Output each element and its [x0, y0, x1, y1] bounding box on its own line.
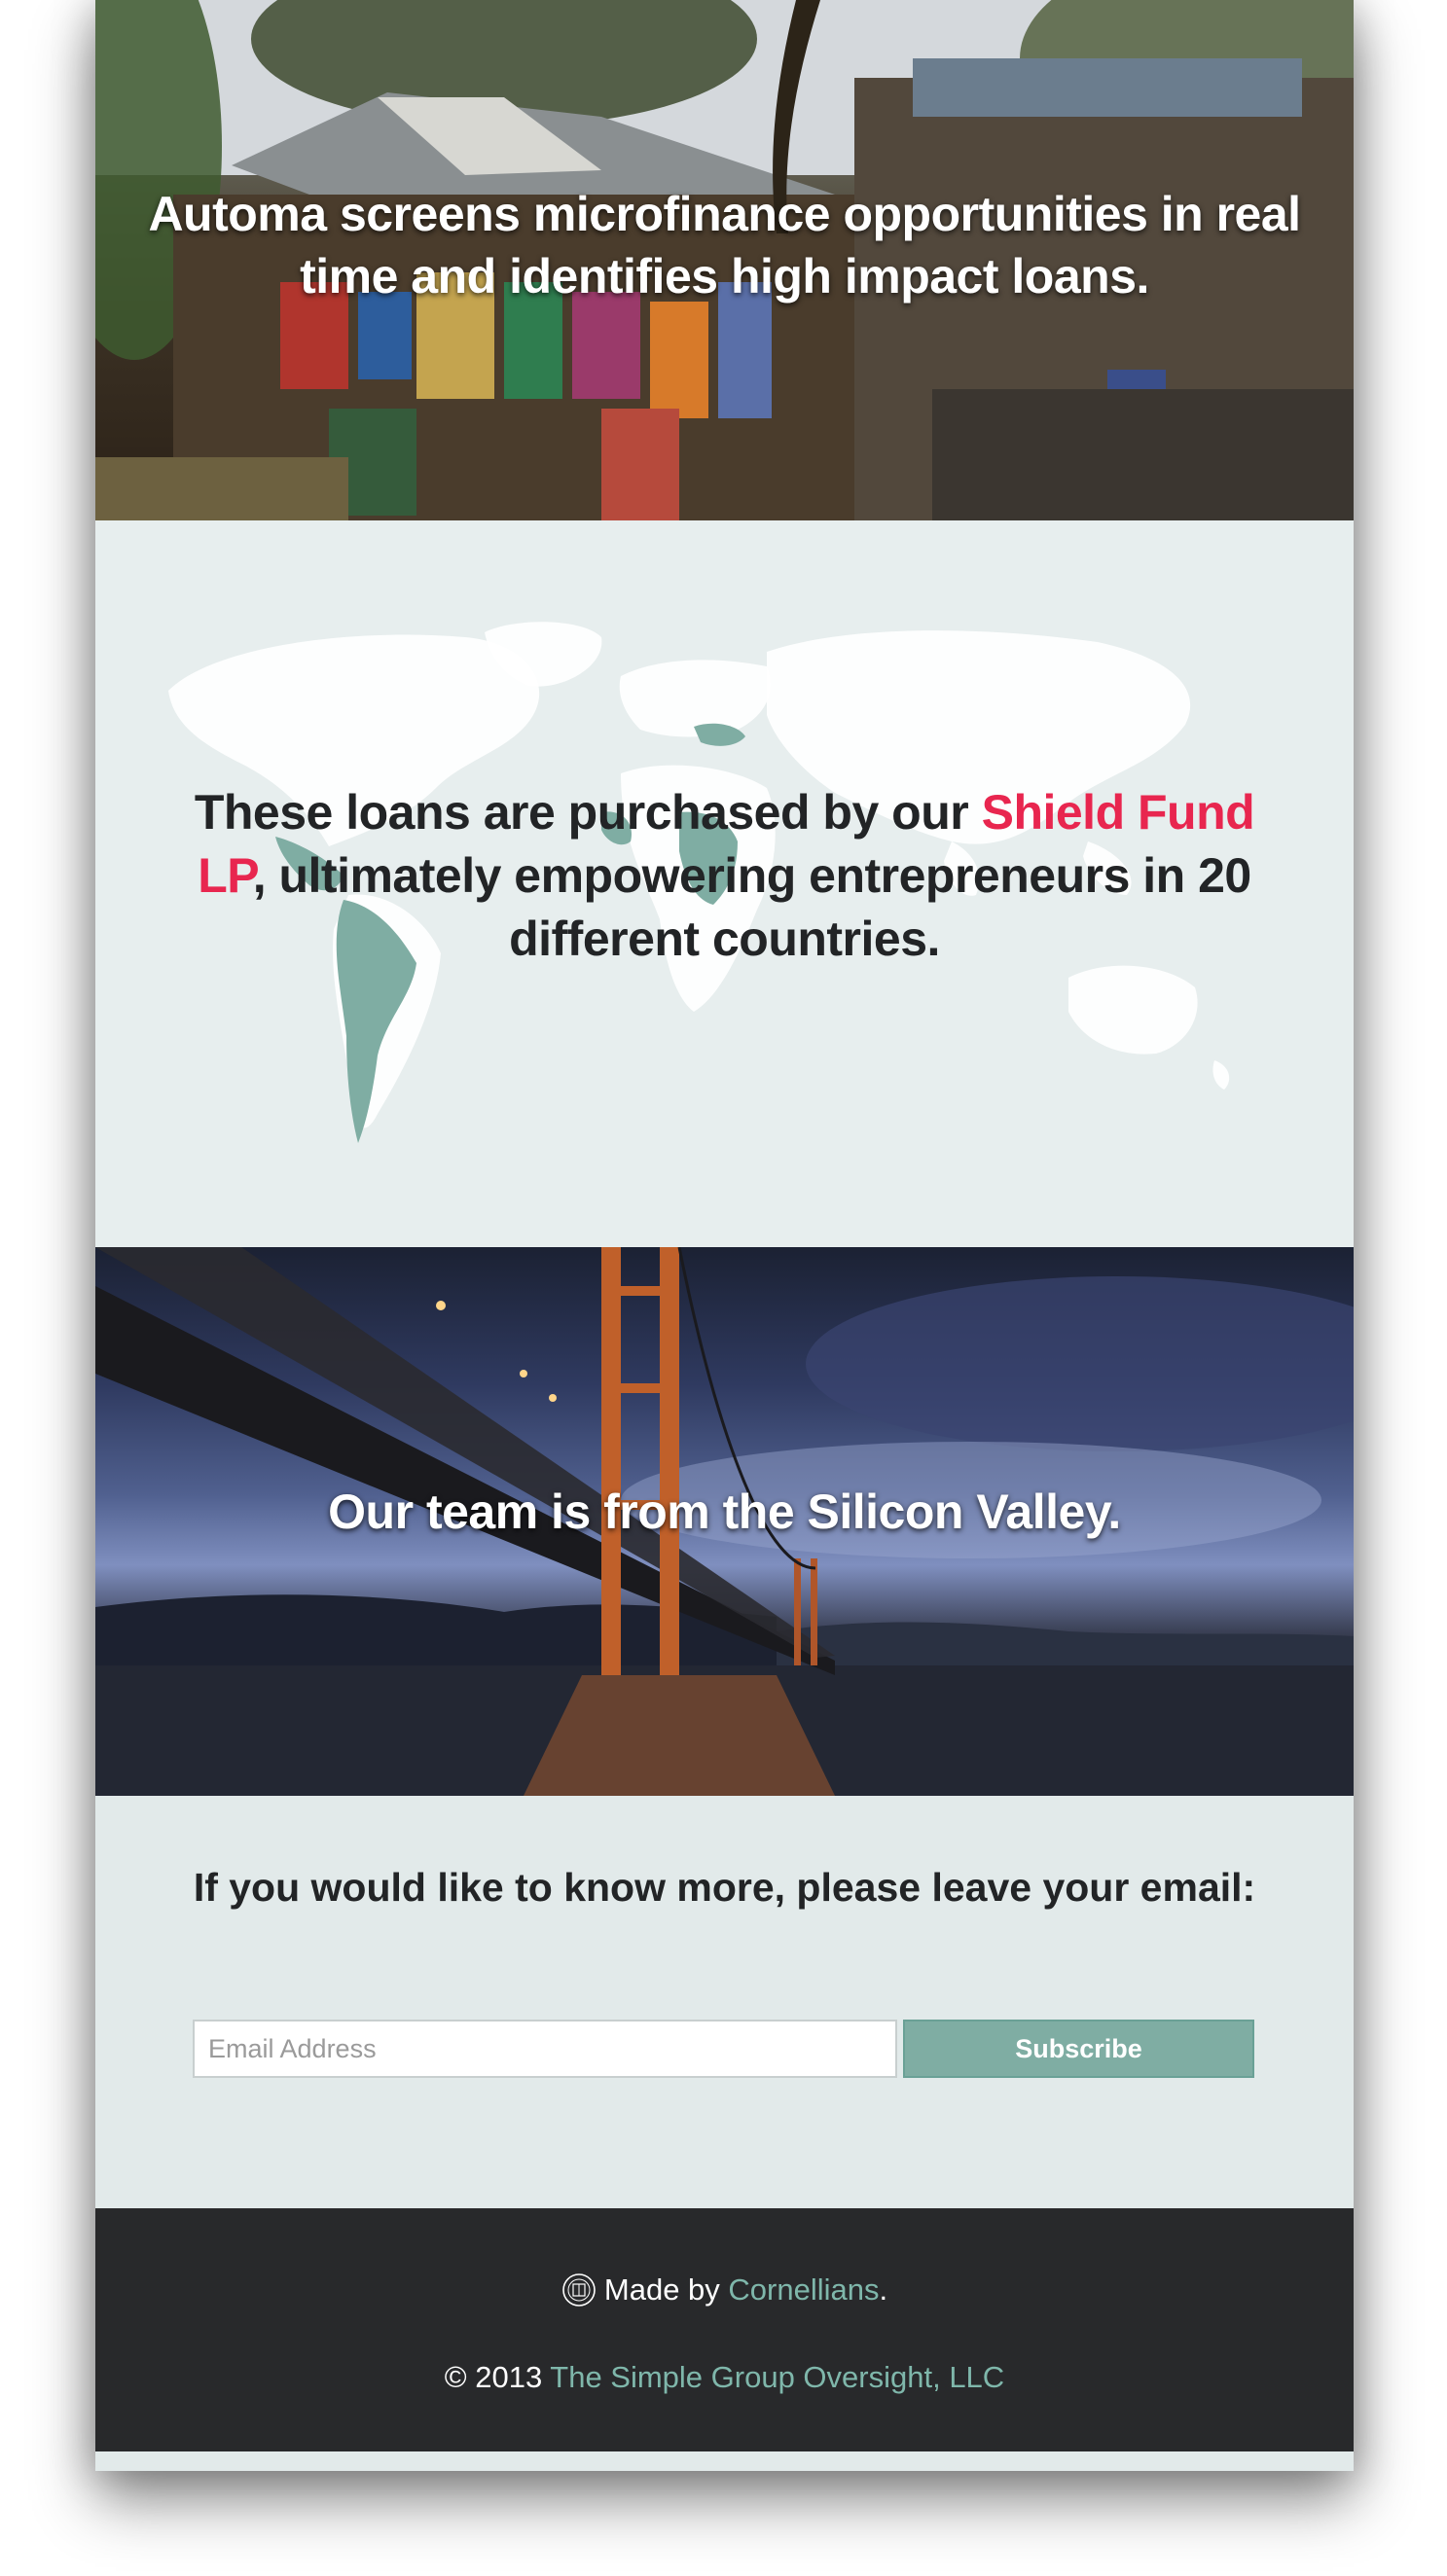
- made-by-suffix: .: [879, 2272, 888, 2307]
- statement-text-before: These loans are purchased by our: [194, 785, 982, 840]
- university-seal-icon: [562, 2273, 596, 2307]
- world-map-section: These loans are purchased by our Shield …: [95, 520, 1354, 1247]
- copyright-prefix: © 2013: [444, 2360, 551, 2394]
- subscribe-prompt: If you would like to know more, please l…: [193, 1865, 1256, 1910]
- bottom-strip: [95, 2451, 1354, 2471]
- hero-section: Automa screens microfinance opportunitie…: [95, 0, 1354, 520]
- footer: Made by Cornellians. © 2013 The Simple G…: [95, 2208, 1354, 2451]
- page-container: Automa screens microfinance opportunitie…: [95, 0, 1354, 2471]
- made-by-line: Made by Cornellians.: [95, 2271, 1354, 2309]
- cornellians-link[interactable]: Cornellians: [728, 2272, 879, 2307]
- subscribe-section: If you would like to know more, please l…: [95, 1796, 1354, 2208]
- made-by-prefix: Made by: [603, 2272, 729, 2307]
- email-address-input[interactable]: [193, 2020, 897, 2078]
- simple-group-link[interactable]: The Simple Group Oversight, LLC: [550, 2360, 1004, 2394]
- silicon-valley-headline: Our team is from the Silicon Valley.: [328, 1485, 1121, 1539]
- subscribe-button[interactable]: Subscribe: [903, 2020, 1254, 2078]
- statement-text-after: , ultimately empowering entrepreneurs in…: [252, 848, 1252, 966]
- silicon-valley-section: Our team is from the Silicon Valley.: [95, 1247, 1354, 1796]
- hero-headline: Automa screens microfinance opportunitie…: [148, 187, 1301, 304]
- shield-fund-statement: These loans are purchased by our Shield …: [183, 781, 1266, 971]
- copyright-line: © 2013 The Simple Group Oversight, LLC: [95, 2358, 1354, 2397]
